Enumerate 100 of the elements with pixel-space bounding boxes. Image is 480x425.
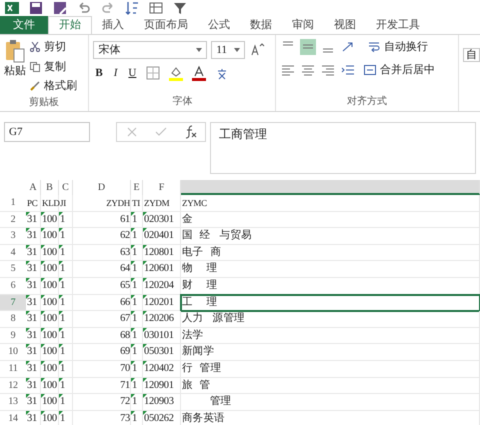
table-cell: 67 (73, 311, 131, 328)
row-header[interactable]: 9 (0, 328, 26, 344)
group-label: 对齐方式 (346, 94, 388, 109)
table-cell: 120402 (143, 360, 181, 378)
excel-logo-icon[interactable] (4, 0, 20, 16)
font-size-field[interactable]: 11 (211, 41, 246, 59)
save-icon[interactable] (28, 0, 44, 16)
table-cell: 050262 (143, 410, 181, 425)
table-cell: 行 管理 (181, 360, 480, 378)
ribbon-tab[interactable]: 开发工具 (366, 16, 430, 34)
table-cell: 法学 (181, 328, 480, 344)
file-tab[interactable]: 文件 (0, 16, 48, 34)
table-cell: 1 (131, 261, 143, 278)
paste-icon[interactable] (4, 39, 26, 65)
column-header[interactable]: C (59, 180, 73, 195)
font-name-field[interactable]: 宋体 (93, 41, 208, 59)
group-label: 字体 (171, 94, 194, 109)
column-header[interactable]: E (131, 180, 143, 195)
paste-button[interactable]: 粘贴 (4, 65, 26, 77)
table-cell: 100 (41, 394, 59, 411)
ribbon-tab[interactable]: 开始 (48, 16, 92, 34)
ribbon-tab[interactable]: 公式 (198, 16, 240, 34)
brush-icon (30, 81, 40, 92)
wrap-text-button[interactable]: 自动换行 (368, 39, 428, 56)
merge-center-button[interactable]: 合并后居中 (364, 62, 436, 78)
row-header[interactable]: 4 (0, 244, 26, 262)
grow-font-icon[interactable] (249, 42, 266, 58)
table-cell: 100 (41, 261, 59, 278)
format-painter-button[interactable]: 格式刷 (30, 78, 77, 94)
table-cell: 商务英语 (181, 410, 480, 425)
table-cell: 新闻学 (181, 344, 480, 361)
table-cell: 31 (26, 378, 41, 394)
row-header[interactable]: 2 (0, 212, 26, 228)
align-middle-icon[interactable] (300, 39, 316, 56)
group-label: 剪贴板 (28, 96, 60, 110)
ribbon-tab[interactable]: 视图 (324, 16, 366, 34)
bold-button[interactable]: B (93, 65, 105, 82)
table-cell: 1 (131, 328, 143, 344)
italic-button[interactable]: I (112, 65, 120, 82)
table-cell: 69 (73, 344, 131, 361)
column-header[interactable]: D (73, 180, 131, 195)
table-cell: 100 (41, 278, 59, 295)
row-header[interactable]: 14 (0, 410, 26, 425)
table-cell: 64 (73, 261, 131, 278)
fill-color-icon[interactable] (168, 65, 184, 82)
table-cell: 31 (26, 344, 41, 361)
copy-button[interactable]: 复制 (30, 58, 77, 75)
table-cell: 31 (26, 294, 41, 312)
table-cell: 1 (59, 410, 73, 425)
table-cell: 100 (41, 344, 59, 361)
ribbon-tab[interactable]: 页面布局 (134, 16, 198, 34)
row-header[interactable]: 11 (0, 360, 26, 378)
number-format-field[interactable]: 自 (462, 48, 480, 62)
table-cell: 100 (41, 311, 59, 328)
sort-icon[interactable] (124, 0, 140, 16)
table-cell: 1 (59, 328, 73, 344)
table-cell: 120903 (143, 394, 181, 411)
dropdown-arrow-icon[interactable] (234, 48, 240, 52)
table-cell: 050301 (143, 344, 181, 361)
table-cell: 61 (73, 212, 131, 228)
ribbon-tab[interactable]: 插入 (92, 16, 134, 34)
row-header[interactable]: 13 (0, 394, 26, 411)
row-header[interactable]: 3 (0, 228, 26, 245)
table-cell: 物 理 (181, 261, 480, 278)
row-header[interactable]: 5 (0, 261, 26, 278)
table-cell: 120201 (143, 294, 181, 312)
table-cell: 1 (131, 244, 143, 262)
border-icon[interactable] (145, 65, 162, 82)
column-header[interactable]: A (26, 180, 41, 195)
table-cell: 1 (131, 294, 143, 312)
row-header[interactable]: 8 (0, 311, 26, 328)
formula-field[interactable]: 工商管理 (210, 122, 476, 174)
cut-button[interactable]: 剪切 (30, 39, 77, 56)
table-cell: 管理 (181, 394, 480, 411)
table-cell: 国 经 与贸易 (181, 228, 480, 245)
table-cell: 31 (26, 244, 41, 262)
row-header[interactable]: 7 (0, 294, 26, 312)
table-cell: 1 (59, 394, 73, 411)
table-cell: 电子 商 (181, 244, 480, 262)
dropdown-arrow-icon[interactable] (196, 48, 202, 52)
row-header[interactable]: 12 (0, 378, 26, 394)
column-header[interactable] (181, 180, 480, 195)
table-cell: 1 (59, 294, 73, 312)
ribbon-tab[interactable]: 数据 (240, 16, 282, 34)
table-cell: 030101 (143, 328, 181, 344)
table-cell: 100 (41, 378, 59, 394)
save-as-icon[interactable] (52, 0, 68, 16)
font-color-icon[interactable] (191, 65, 208, 82)
ribbon-tab[interactable]: 审阅 (282, 16, 324, 34)
table-cell: 财 理 (181, 278, 480, 295)
form-icon[interactable] (148, 0, 164, 16)
table-cell: 1 (131, 212, 143, 228)
column-header[interactable]: B (41, 180, 59, 195)
row-header[interactable]: 10 (0, 344, 26, 361)
table-cell: JI (59, 195, 73, 212)
row-header[interactable]: 1 (0, 195, 26, 212)
table-cell: 1 (131, 378, 143, 394)
name-box[interactable]: G7 (4, 122, 90, 142)
table-cell: 31 (26, 261, 41, 278)
underline-button[interactable]: U (126, 65, 138, 82)
